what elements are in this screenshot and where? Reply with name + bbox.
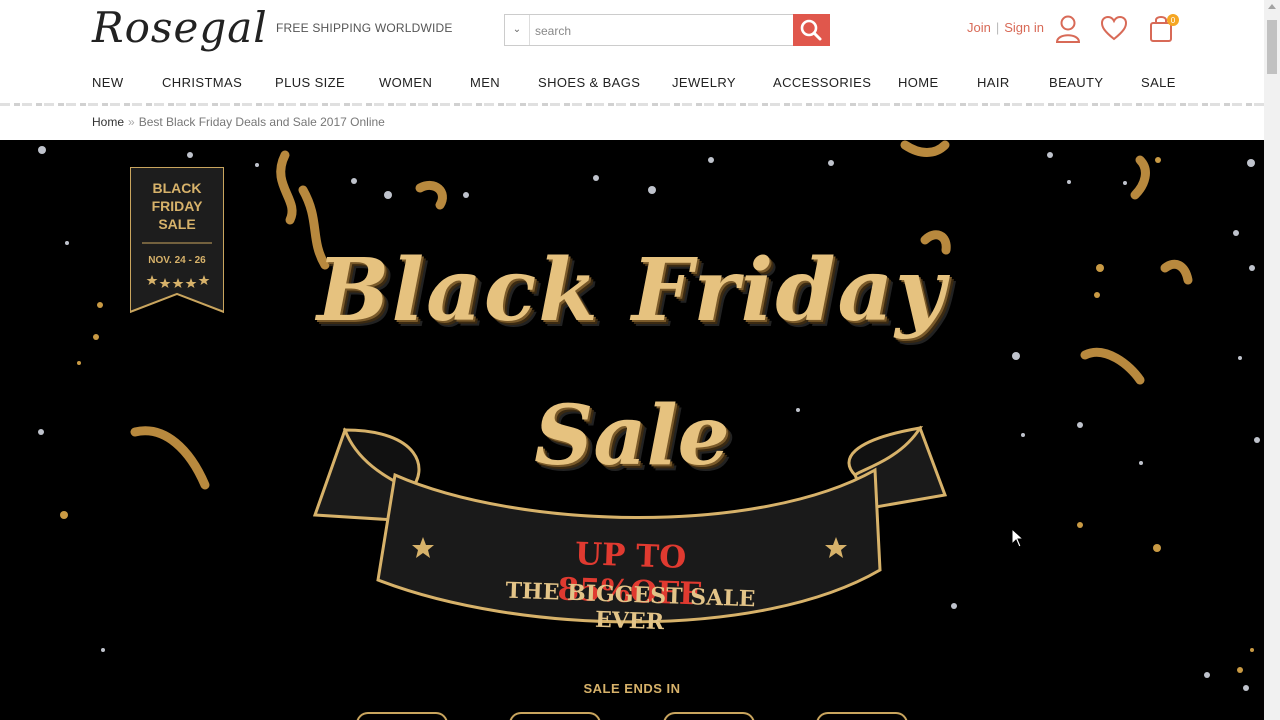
scrollbar-thumb[interactable] xyxy=(1267,20,1277,74)
countdown-box-days xyxy=(356,712,448,720)
nav-item-sale[interactable]: SALE xyxy=(1141,75,1176,90)
nav-item-new[interactable]: NEW xyxy=(92,75,124,90)
nav-item-shoes-bags[interactable]: SHOES & BAGS xyxy=(538,75,640,90)
nav-item-plus-size[interactable]: PLUS SIZE xyxy=(275,75,345,90)
scroll-up-arrow-icon[interactable] xyxy=(1268,4,1276,9)
mouse-cursor-icon xyxy=(1011,528,1025,548)
countdown-box-seconds xyxy=(816,712,908,720)
breadcrumb-separator: » xyxy=(128,115,135,129)
breadcrumb-home-link[interactable]: Home xyxy=(92,115,124,129)
nav-item-jewelry[interactable]: JEWELRY xyxy=(672,75,736,90)
search-bar: ⌄ xyxy=(504,14,830,46)
shipping-banner: FREE SHIPPING WORLDWIDE xyxy=(276,21,453,35)
page: Rosegal FREE SHIPPING WORLDWIDE ⌄ Join | S… xyxy=(0,0,1264,720)
breadcrumb-current: Best Black Friday Deals and Sale 2017 On… xyxy=(138,115,385,129)
nav-divider xyxy=(0,103,1264,106)
search-icon xyxy=(800,19,822,41)
nav-item-hair[interactable]: HAIR xyxy=(977,75,1010,90)
site-logo[interactable]: Rosegal xyxy=(92,2,268,54)
cart-count-badge: 0 xyxy=(1171,16,1176,25)
nav-item-christmas[interactable]: CHRISTMAS xyxy=(162,75,242,90)
account-links: Join | Sign in xyxy=(967,20,1044,35)
cart-button[interactable]: 0 xyxy=(1148,12,1180,49)
user-icon xyxy=(1055,15,1081,43)
nav-item-home[interactable]: HOME xyxy=(898,75,939,90)
link-separator: | xyxy=(995,20,1000,35)
sale-ends-label: SALE ENDS IN xyxy=(583,681,681,696)
search-button[interactable] xyxy=(793,14,830,46)
heart-icon xyxy=(1100,15,1128,41)
site-header: Rosegal FREE SHIPPING WORLDWIDE ⌄ Join | S… xyxy=(0,0,1264,140)
page-scrollbar[interactable] xyxy=(1264,0,1280,720)
nav-item-women[interactable]: WOMEN xyxy=(379,75,432,90)
chevron-down-icon: ⌄ xyxy=(512,24,522,35)
search-input[interactable] xyxy=(533,20,787,42)
wishlist-button[interactable] xyxy=(1100,14,1128,47)
search-category-dropdown[interactable]: ⌄ xyxy=(505,15,530,45)
nav-item-men[interactable]: MEN xyxy=(470,75,500,90)
breadcrumb: Home » Best Black Friday Deals and Sale 20… xyxy=(92,115,385,129)
sign-in-link[interactable]: Sign in xyxy=(1004,20,1044,35)
shopping-bag-icon: 0 xyxy=(1150,14,1179,42)
main-nav: NEW CHRISTMAS PLUS SIZE WOMEN MEN SHOES … xyxy=(0,70,1264,96)
join-link[interactable]: Join xyxy=(967,20,991,35)
nav-item-beauty[interactable]: BEAUTY xyxy=(1049,75,1103,90)
tagline-text: THE BIGGEST SALE EVER xyxy=(505,577,756,636)
countdown-box-hours xyxy=(509,712,601,720)
logo-text: Rosegal xyxy=(92,3,268,52)
countdown-box-minutes xyxy=(663,712,755,720)
nav-item-accessories[interactable]: ACCESSORIES xyxy=(773,75,871,90)
black-friday-banner[interactable]: BLACK FRIDAY SALE NOV. 24 - 26 Black Fri… xyxy=(0,140,1264,720)
account-button[interactable] xyxy=(1055,14,1081,49)
